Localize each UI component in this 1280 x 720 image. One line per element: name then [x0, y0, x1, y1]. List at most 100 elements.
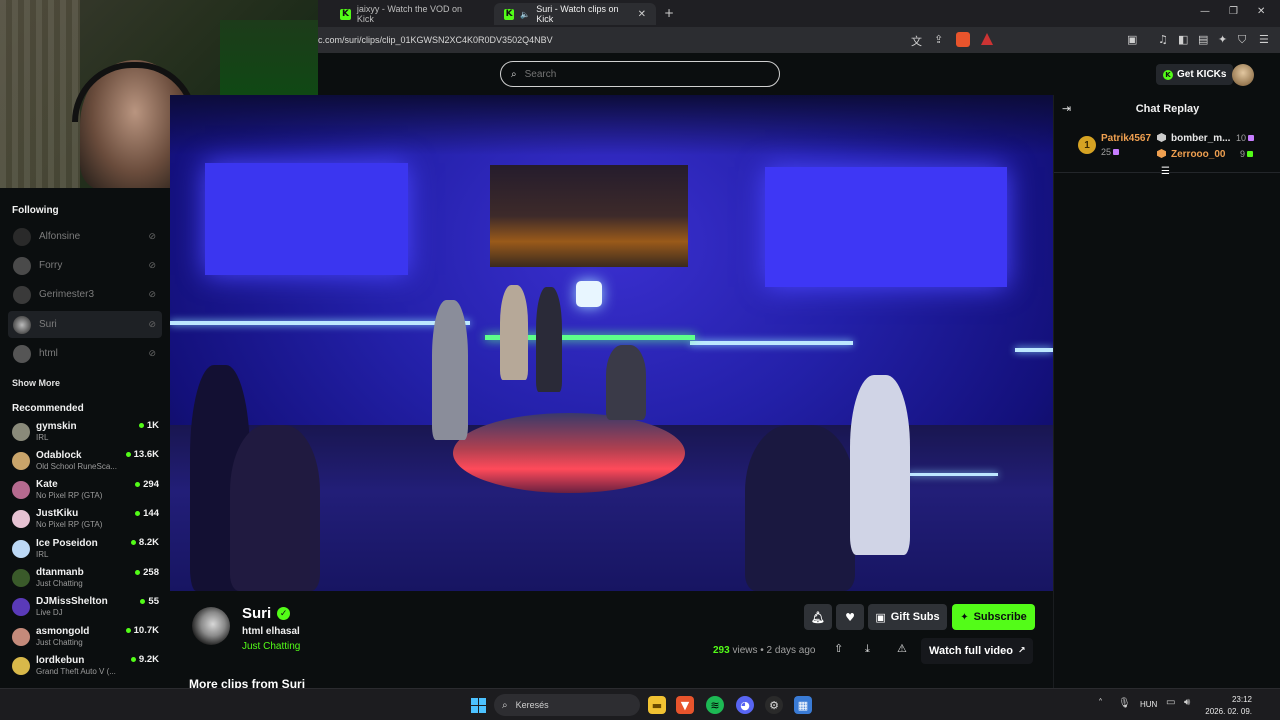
channel-name: lordkebun: [36, 654, 85, 666]
sidebar-item-recommended[interactable]: JustKiku No Pixel RP (GTA) 144: [8, 505, 162, 534]
sidebar-item-following-selected[interactable]: Suri ⊘: [8, 311, 162, 338]
category-link[interactable]: Just Chatting: [242, 641, 300, 652]
ai-icon[interactable]: ✦: [1218, 33, 1227, 46]
close-window-icon[interactable]: ✕: [1257, 6, 1265, 17]
spotify-icon[interactable]: ≋: [706, 696, 724, 714]
channel-name: DJMissShelton: [36, 596, 108, 608]
download-icon[interactable]: ⤓: [865, 642, 870, 656]
viewer-count: 144: [135, 508, 159, 519]
sidebar-item-recommended[interactable]: DJMissShelton Live DJ 55: [8, 593, 162, 622]
wallet-icon[interactable]: ▤: [1198, 33, 1208, 46]
report-icon[interactable]: ⚠: [897, 642, 907, 655]
search-input[interactable]: [524, 68, 755, 80]
discord-icon[interactable]: ◕: [736, 696, 754, 714]
channel-avatar[interactable]: [192, 607, 230, 645]
steam-icon[interactable]: ⚙: [765, 696, 783, 714]
browser-tab-clip[interactable]: K 🔈 Suri - Watch clips on Kick ✕: [494, 3, 656, 25]
windows-start-icon[interactable]: [469, 696, 487, 714]
subscribe-button[interactable]: ✦ Subscribe: [952, 604, 1035, 630]
get-kicks-label: Get KICKs: [1177, 69, 1227, 80]
url-field[interactable]: c.com/suri/clips/clip_01KGWSN2XC4K0R0DV3…: [318, 35, 553, 45]
sidebar-item-recommended[interactable]: lordkebun Grand Theft Auto V (... 9.2K: [8, 651, 162, 680]
show-more-link[interactable]: Show More: [12, 378, 60, 388]
sidebar-toggle-icon[interactable]: ◧: [1178, 33, 1188, 46]
clock-date: 2026. 02. 09.: [1205, 707, 1252, 716]
share-icon[interactable]: ⇧: [834, 642, 843, 655]
photos-icon[interactable]: ▦: [794, 696, 812, 714]
sidebar-item-recommended[interactable]: Odablock Old School RuneSca... 13.6K: [8, 446, 162, 475]
sidebar-item-following[interactable]: Gerimester3 ⊘: [8, 281, 162, 308]
chevron-up-icon[interactable]: ˄: [1098, 698, 1103, 709]
taskbar-search[interactable]: ⌕ Keresés: [494, 694, 640, 716]
expand-gifters-icon[interactable]: ☰: [1161, 166, 1170, 177]
channel-name: Kate: [36, 479, 58, 491]
menu-icon[interactable]: ☰: [1259, 33, 1269, 46]
music-icon[interactable]: ♫: [1158, 33, 1168, 46]
sidebar-item-label: Gerimester3: [39, 289, 95, 300]
channel-info: Suri ✓ html elhasal Just Chatting 🔔︎ ♥ ▣…: [170, 591, 1053, 691]
gifter-name[interactable]: Zerrooo_00: [1171, 149, 1225, 160]
share-icon[interactable]: ⇪: [934, 33, 943, 46]
minimize-icon[interactable]: —: [1200, 6, 1210, 17]
channel-name: gymskin: [36, 420, 77, 432]
watch-full-video-button[interactable]: Watch full video ↗: [921, 638, 1034, 664]
gift-icon: ▣: [875, 610, 886, 624]
top-gifter-name[interactable]: Patrik4567: [1101, 133, 1151, 144]
file-explorer-icon[interactable]: ▬: [648, 696, 666, 714]
recommended-text: lordkebun Grand Theft Auto V (...: [36, 655, 128, 677]
search-box[interactable]: ⌕: [500, 61, 780, 87]
sidebar-item-recommended[interactable]: gymskin IRL 1K: [8, 417, 162, 446]
channel-category: Grand Theft Auto V (...: [36, 666, 116, 676]
video-stage-logo: [576, 281, 602, 307]
brave-shield-icon[interactable]: [956, 32, 970, 47]
channel-name[interactable]: Suri ✓: [242, 605, 291, 622]
gifter-count: 10: [1236, 133, 1255, 143]
brave-browser-icon[interactable]: ▼: [676, 696, 694, 714]
gifter-count: 9: [1240, 149, 1254, 159]
restore-icon[interactable]: ❐: [1229, 6, 1238, 17]
plus-icon[interactable]: +: [664, 6, 674, 20]
windows-taskbar: ⌕ Keresés ▬ ▼ ≋ ◕ ⚙ ▦ ˄ 🎙︎ HUN ▭ 🔊︎ 23:1…: [0, 688, 1280, 720]
system-clock[interactable]: 23:12 2026. 02. 09.: [1202, 694, 1252, 718]
avatar: [12, 569, 30, 587]
vpn-icon[interactable]: ⛉: [1238, 33, 1246, 47]
viewer-count: 55: [140, 596, 159, 607]
screenshot-icon[interactable]: ▣: [1127, 33, 1137, 46]
user-avatar[interactable]: [1232, 64, 1254, 86]
recommended-text: gymskin IRL: [36, 421, 128, 443]
viewer-count: 258: [135, 567, 159, 578]
gift-count: 10: [1236, 133, 1247, 143]
sidebar-item-following[interactable]: Forry ⊘: [8, 252, 162, 279]
webcam-curtain: [0, 0, 80, 188]
live-dot-icon: [135, 510, 141, 516]
subscribe-label: Subscribe: [973, 611, 1027, 623]
channel-name: Ice Poseidon: [36, 537, 98, 549]
sidebar-item-following[interactable]: Alfonsine ⊘: [8, 223, 162, 250]
avatar: [12, 539, 30, 558]
microphone-icon[interactable]: 🎙︎: [1118, 698, 1131, 709]
gift-subs-button[interactable]: ▣ Gift Subs: [868, 604, 947, 630]
sidebar-item-following[interactable]: html ⊘: [8, 340, 162, 367]
translate-icon[interactable]: 文: [911, 33, 922, 49]
browser-tab-vod[interactable]: K jaixyy - Watch the VOD on Kick: [330, 3, 490, 25]
language-indicator[interactable]: HUN: [1140, 700, 1157, 709]
brave-rewards-icon[interactable]: [981, 33, 993, 45]
network-icon[interactable]: ▭: [1166, 697, 1175, 708]
sidebar-item-recommended[interactable]: asmongold Just Chatting 10.7K: [8, 622, 162, 651]
avatar: [12, 627, 30, 646]
viewer-count-text: 144: [143, 507, 159, 519]
volume-icon[interactable]: 🔊︎: [1184, 697, 1190, 708]
sidebar-item-recommended[interactable]: Ice Poseidon IRL 8.2K: [8, 534, 162, 563]
close-tab-icon[interactable]: ✕: [638, 9, 646, 20]
gifter-name[interactable]: bomber_m...: [1171, 133, 1230, 144]
recommended-text: DJMissShelton Live DJ: [36, 596, 128, 618]
get-kicks-button[interactable]: K Get KICKs: [1156, 64, 1234, 85]
video-player[interactable]: [170, 95, 1053, 591]
channel-name: Odablock: [36, 449, 82, 461]
sidebar-item-recommended[interactable]: dtanmanb Just Chatting 258: [8, 564, 162, 593]
notification-bell-button[interactable]: 🔔︎: [804, 604, 832, 630]
sidebar-item-recommended[interactable]: Kate No Pixel RP (GTA) 294: [8, 476, 162, 505]
viewer-count-text: 13.6K: [133, 449, 159, 461]
follow-button[interactable]: ♥: [836, 604, 864, 630]
avatar: [13, 285, 31, 304]
